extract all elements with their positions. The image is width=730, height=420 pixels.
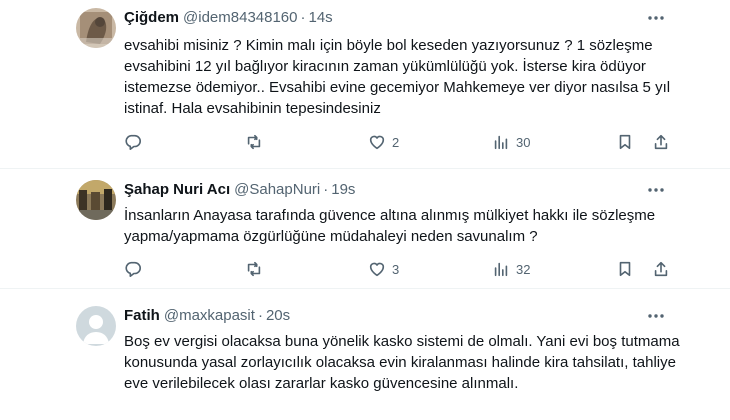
- heart-icon: [369, 135, 385, 150]
- like-button[interactable]: 2: [368, 132, 399, 152]
- tweet-header: Çiğdem @idem84348160 · 14s: [124, 8, 333, 28]
- views-button[interactable]: 30: [492, 132, 530, 152]
- share-icon: [654, 134, 668, 150]
- action-bar: 3 32: [124, 259, 684, 279]
- reply-button[interactable]: [124, 132, 148, 152]
- reply-button[interactable]: [124, 259, 148, 279]
- more-options-button[interactable]: [646, 306, 666, 326]
- separator: ·: [300, 9, 306, 26]
- more-options-button[interactable]: [646, 8, 666, 28]
- bookmark-button[interactable]: [616, 259, 634, 279]
- tweet-header: Şahap Nuri Acı @SahapNuri · 19s: [124, 180, 355, 200]
- bookmark-button[interactable]: [616, 132, 634, 152]
- avatar[interactable]: [76, 306, 116, 346]
- share-button[interactable]: [652, 132, 670, 152]
- timestamp[interactable]: 14s: [309, 9, 333, 26]
- display-name[interactable]: Fatih: [124, 307, 160, 324]
- tweet-header: Fatih @maxkapasit · 20s: [124, 306, 290, 326]
- more-icon: [648, 314, 664, 318]
- views-button[interactable]: 32: [492, 259, 530, 279]
- tweet-text: evsahibi misiniz ? Kimin malı için böyle…: [124, 37, 671, 117]
- action-bar: 2 30: [124, 132, 684, 152]
- bookmark-icon: [619, 134, 631, 150]
- retweet-icon: [247, 261, 261, 277]
- retweet-icon: [247, 134, 261, 150]
- timestamp[interactable]: 20s: [266, 307, 290, 324]
- separator: ·: [257, 307, 263, 324]
- heart-icon: [369, 262, 385, 277]
- share-icon: [654, 261, 668, 277]
- like-count: 2: [392, 134, 400, 150]
- share-button[interactable]: [652, 259, 670, 279]
- tweet[interactable]: Fatih @maxkapasit · 20s Boş ev vergisi olac…: [0, 289, 730, 420]
- more-icon: [648, 16, 664, 20]
- user-handle[interactable]: @SahapNuri: [234, 181, 320, 198]
- reply-feed: Çiğdem @idem84348160 · 14s evsahibi misiniz…: [0, 0, 730, 420]
- view-count: 32: [516, 261, 531, 277]
- reply-icon: [125, 261, 141, 278]
- tweet-text: İnsanların Anayasa tarafında güvence alt…: [124, 207, 656, 245]
- retweet-button[interactable]: [245, 132, 269, 152]
- separator: ·: [323, 181, 329, 198]
- view-count: 30: [516, 134, 531, 150]
- views-icon: [494, 135, 508, 150]
- more-icon: [648, 188, 664, 192]
- user-handle[interactable]: @maxkapasit: [164, 307, 255, 324]
- like-button[interactable]: 3: [368, 259, 399, 279]
- more-options-button[interactable]: [646, 180, 666, 200]
- photo-avatar-icon: [76, 180, 116, 220]
- tweet-text: Boş ev vergisi olacaksa buna yönelik kas…: [124, 333, 680, 392]
- display-name[interactable]: Şahap Nuri Acı: [124, 181, 230, 198]
- default-person-avatar-icon: [76, 306, 116, 346]
- reply-icon: [125, 134, 141, 151]
- retweet-button[interactable]: [245, 259, 269, 279]
- avatar[interactable]: [76, 8, 116, 48]
- views-icon: [494, 262, 508, 277]
- user-handle[interactable]: @idem84348160: [183, 9, 297, 26]
- timestamp[interactable]: 19s: [331, 181, 355, 198]
- like-count: 3: [392, 261, 400, 277]
- display-name[interactable]: Çiğdem: [124, 9, 179, 26]
- avatar[interactable]: [76, 180, 116, 220]
- tweet[interactable]: Çiğdem @idem84348160 · 14s evsahibi misiniz…: [0, 0, 730, 168]
- photo-avatar-icon: [76, 8, 116, 48]
- tweet[interactable]: Şahap Nuri Acı @SahapNuri · 19s İnsanların …: [0, 169, 730, 288]
- bookmark-icon: [619, 261, 631, 277]
